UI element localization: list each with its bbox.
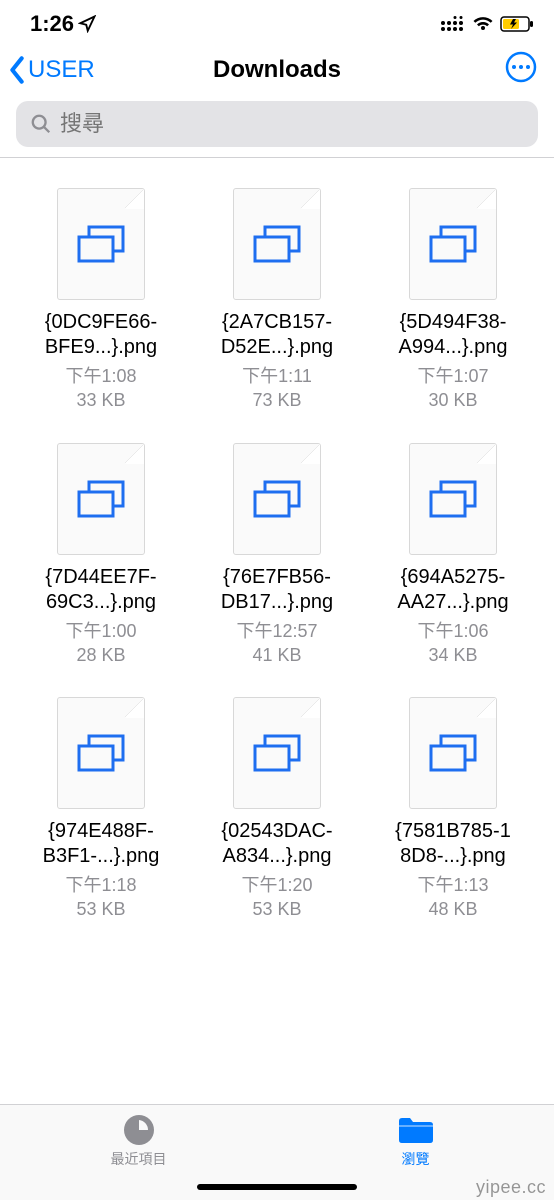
folder-icon: [396, 1113, 436, 1147]
image-stack-icon: [77, 734, 125, 772]
file-name: {02543DAC-A834...}.png: [221, 819, 332, 869]
search-icon: [30, 113, 52, 135]
file-item[interactable]: {974E488F-B3F1-...}.png 下午1:18 53 KB: [20, 697, 182, 922]
status-bar: 1:26: [0, 0, 554, 44]
file-size: 53 KB: [76, 897, 125, 921]
back-button[interactable]: USER: [8, 56, 95, 84]
file-size: 48 KB: [428, 897, 477, 921]
file-thumbnail: [409, 188, 497, 300]
image-stack-icon: [429, 225, 477, 263]
location-icon: [78, 15, 96, 33]
tab-label: 最近項目: [111, 1149, 167, 1169]
file-time: 下午1:06: [417, 619, 488, 643]
file-thumbnail: [57, 697, 145, 809]
file-thumbnail: [57, 188, 145, 300]
image-stack-icon: [429, 734, 477, 772]
chevron-left-icon: [8, 56, 26, 84]
file-size: 33 KB: [76, 388, 125, 412]
file-size: 34 KB: [428, 643, 477, 667]
tab-bar: 最近項目 瀏覽: [0, 1104, 554, 1200]
file-name: {974E488F-B3F1-...}.png: [43, 819, 160, 869]
image-stack-icon: [77, 480, 125, 518]
file-thumbnail: [233, 188, 321, 300]
file-item[interactable]: {694A5275-AA27...}.png 下午1:06 34 KB: [372, 443, 534, 668]
image-stack-icon: [253, 225, 301, 263]
search-bar[interactable]: [16, 101, 538, 147]
file-size: 53 KB: [252, 897, 301, 921]
status-right-group: [440, 16, 534, 32]
file-name: {5D494F38-A994...}.png: [399, 310, 508, 360]
clock-icon: [122, 1113, 156, 1147]
file-time: 下午1:08: [65, 364, 136, 388]
file-time: 下午1:07: [417, 364, 488, 388]
search-input[interactable]: [60, 111, 524, 137]
nav-bar: USER Downloads: [0, 44, 554, 97]
file-thumbnail: [409, 697, 497, 809]
image-stack-icon: [77, 225, 125, 263]
more-button[interactable]: [504, 50, 538, 89]
file-name: {2A7CB157-D52E...}.png: [221, 310, 333, 360]
file-time: 下午1:18: [65, 873, 136, 897]
file-thumbnail: [233, 697, 321, 809]
file-size: 28 KB: [76, 643, 125, 667]
wifi-icon: [472, 16, 494, 32]
status-time-group: 1:26: [30, 11, 96, 37]
file-name: {0DC9FE66-BFE9...}.png: [45, 310, 157, 360]
file-name: {76E7FB56-DB17...}.png: [221, 565, 333, 615]
file-item[interactable]: {7581B785-18D8-...}.png 下午1:13 48 KB: [372, 697, 534, 922]
file-item[interactable]: {2A7CB157-D52E...}.png 下午1:11 73 KB: [196, 188, 358, 413]
home-indicator[interactable]: [197, 1184, 357, 1190]
file-thumbnail: [233, 443, 321, 555]
file-thumbnail: [409, 443, 497, 555]
file-time: 下午1:00: [65, 619, 136, 643]
battery-icon: [500, 16, 534, 32]
status-time: 1:26: [30, 11, 74, 37]
file-name: {694A5275-AA27...}.png: [397, 565, 508, 615]
file-item[interactable]: {76E7FB56-DB17...}.png 下午12:57 41 KB: [196, 443, 358, 668]
image-stack-icon: [253, 734, 301, 772]
file-size: 73 KB: [252, 388, 301, 412]
file-time: 下午1:13: [417, 873, 488, 897]
tab-label: 瀏覽: [402, 1149, 430, 1169]
file-item[interactable]: {02543DAC-A834...}.png 下午1:20 53 KB: [196, 697, 358, 922]
back-label: USER: [28, 56, 95, 84]
more-icon: [504, 50, 538, 84]
file-time: 下午12:57: [236, 619, 317, 643]
file-time: 下午1:11: [242, 364, 312, 388]
file-item[interactable]: {5D494F38-A994...}.png 下午1:07 30 KB: [372, 188, 534, 413]
file-name: {7581B785-18D8-...}.png: [395, 819, 511, 869]
cellular-icon: [440, 16, 466, 32]
file-item[interactable]: {7D44EE7F-69C3...}.png 下午1:00 28 KB: [20, 443, 182, 668]
file-size: 41 KB: [252, 643, 301, 667]
file-size: 30 KB: [428, 388, 477, 412]
watermark: yipee.cc: [476, 1177, 546, 1198]
file-item[interactable]: {0DC9FE66-BFE9...}.png 下午1:08 33 KB: [20, 188, 182, 413]
file-grid: {0DC9FE66-BFE9...}.png 下午1:08 33 KB {2A7…: [0, 158, 554, 952]
file-time: 下午1:20: [241, 873, 312, 897]
image-stack-icon: [429, 480, 477, 518]
image-stack-icon: [253, 480, 301, 518]
page-title: Downloads: [213, 56, 341, 84]
file-name: {7D44EE7F-69C3...}.png: [45, 565, 156, 615]
file-thumbnail: [57, 443, 145, 555]
